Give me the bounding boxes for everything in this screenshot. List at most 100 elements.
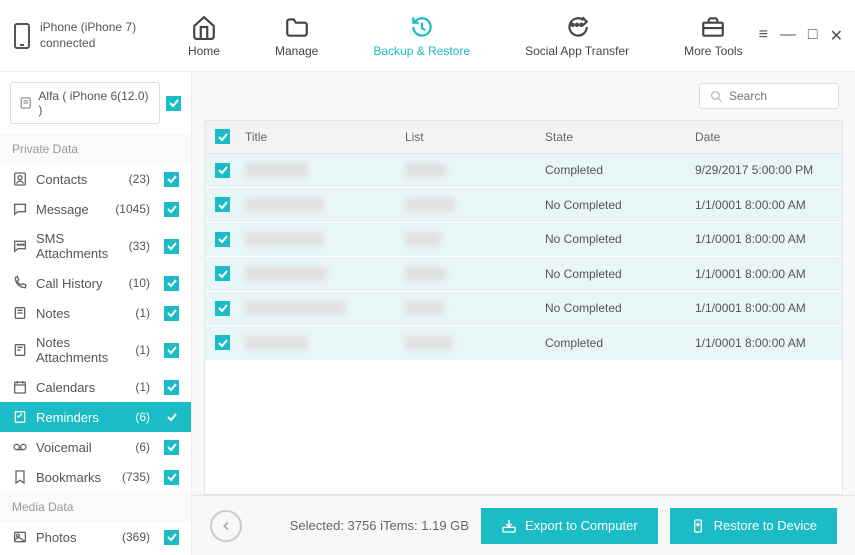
blurred-title: x bbox=[245, 336, 308, 350]
home-icon bbox=[191, 14, 217, 40]
nav-home[interactable]: Home bbox=[188, 14, 220, 58]
blurred-title: x bbox=[245, 163, 308, 177]
voicemail-icon bbox=[12, 439, 28, 455]
table-row[interactable]: xxNo Completed1/1/0001 8:00:00 AM bbox=[205, 223, 842, 258]
device-status: connected bbox=[40, 36, 136, 52]
row-state: No Completed bbox=[545, 301, 695, 315]
checkbox[interactable] bbox=[164, 172, 179, 187]
photos-icon bbox=[12, 529, 28, 545]
row-state: Completed bbox=[545, 163, 695, 177]
row-checkbox[interactable] bbox=[215, 301, 230, 316]
blurred-title: x bbox=[245, 232, 324, 246]
checkbox[interactable] bbox=[164, 306, 179, 321]
folder-icon bbox=[284, 14, 310, 40]
col-list[interactable]: List bbox=[405, 130, 545, 144]
sidebar-item-call-history[interactable]: Call History (10) bbox=[0, 268, 191, 298]
row-checkbox[interactable] bbox=[215, 197, 230, 212]
window-controls: ≡ — □ ✕ bbox=[759, 26, 843, 46]
sidebar-item-voicemail[interactable]: Voicemail (6) bbox=[0, 432, 191, 462]
row-date: 1/1/0001 8:00:00 AM bbox=[695, 301, 832, 315]
checkbox[interactable] bbox=[164, 239, 179, 254]
reminders-icon bbox=[12, 409, 28, 425]
content-area: Title List State Date x x Completed9/29/20… bbox=[192, 72, 855, 555]
back-button[interactable] bbox=[210, 510, 242, 542]
sidebar-item-reminders[interactable]: Reminders (6) bbox=[0, 402, 191, 432]
blurred-list: x bbox=[405, 301, 445, 315]
sidebar: Alfa ( iPhone 6(12.0) ) Private Data Con… bbox=[0, 72, 192, 555]
nav-social[interactable]: Social App Transfer bbox=[525, 14, 629, 58]
nav-more-tools[interactable]: More Tools bbox=[684, 14, 742, 58]
device-info: iPhone (iPhone 7) connected bbox=[12, 20, 172, 51]
sidebar-item-notes[interactable]: Notes (1) bbox=[0, 298, 191, 328]
selected-summary: Selected: 3756 iTems: 1.19 GB bbox=[290, 518, 469, 533]
top-bar: iPhone (iPhone 7) connected Home Manage … bbox=[0, 0, 855, 72]
section-private: Private Data bbox=[0, 134, 191, 164]
maximize-icon[interactable]: □ bbox=[808, 26, 818, 46]
select-all-rows[interactable] bbox=[215, 129, 230, 144]
blurred-list: x bbox=[405, 198, 454, 212]
table-row[interactable]: x x No Completed1/1/0001 8:00:00 AM bbox=[205, 257, 842, 292]
row-state: No Completed bbox=[545, 267, 695, 281]
nav-manage[interactable]: Manage bbox=[275, 14, 318, 58]
sidebar-item-contacts[interactable]: Contacts (23) bbox=[0, 164, 191, 194]
table-row[interactable]: xxCompleted1/1/0001 8:00:00 AM bbox=[205, 326, 842, 361]
main-nav: Home Manage Backup & Restore Social App … bbox=[172, 14, 759, 58]
search-input[interactable] bbox=[729, 89, 828, 103]
col-title[interactable]: Title bbox=[245, 130, 405, 144]
row-checkbox[interactable] bbox=[215, 266, 230, 281]
sidebar-item-sms-attachments[interactable]: SMS Attachments (33) bbox=[0, 224, 191, 268]
toolbox-icon bbox=[700, 14, 726, 40]
blurred-title: x bbox=[245, 267, 327, 281]
backup-selector[interactable]: Alfa ( iPhone 6(12.0) ) bbox=[10, 82, 160, 124]
footer-bar: Selected: 3756 iTems: 1.19 GB Export to … bbox=[192, 495, 855, 555]
sidebar-item-photos[interactable]: Photos (369) bbox=[0, 522, 191, 552]
minimize-icon[interactable]: — bbox=[780, 26, 796, 46]
row-date: 9/29/2017 5:00:00 PM bbox=[695, 163, 832, 177]
sidebar-item-message[interactable]: Message (1045) bbox=[0, 194, 191, 224]
reminders-table: Title List State Date x x Completed9/29/20… bbox=[204, 120, 843, 495]
row-state: No Completed bbox=[545, 198, 695, 212]
checkbox[interactable] bbox=[164, 470, 179, 485]
sidebar-item-notes-attachments[interactable]: Notes Attachments (1) bbox=[0, 328, 191, 372]
row-checkbox[interactable] bbox=[215, 163, 230, 178]
phone-icon bbox=[12, 22, 32, 50]
checkbox[interactable] bbox=[164, 440, 179, 455]
close-icon[interactable]: ✕ bbox=[830, 26, 843, 46]
row-date: 1/1/0001 8:00:00 AM bbox=[695, 336, 832, 350]
export-button[interactable]: Export to Computer bbox=[481, 508, 658, 544]
restore-button[interactable]: Restore to Device bbox=[670, 508, 837, 544]
menu-icon[interactable]: ≡ bbox=[759, 26, 768, 46]
nav-backup-restore[interactable]: Backup & Restore bbox=[373, 14, 470, 58]
row-date: 1/1/0001 8:00:00 AM bbox=[695, 232, 832, 246]
blurred-list: x bbox=[405, 267, 446, 281]
row-checkbox[interactable] bbox=[215, 232, 230, 247]
row-state: No Completed bbox=[545, 232, 695, 246]
search-box[interactable] bbox=[699, 83, 839, 109]
checkbox[interactable] bbox=[164, 276, 179, 291]
backup-restore-icon bbox=[409, 14, 435, 40]
checkbox[interactable] bbox=[164, 530, 179, 545]
calendar-icon bbox=[12, 379, 28, 395]
blurred-title: x bbox=[245, 301, 345, 315]
table-row[interactable]: x x Completed9/29/2017 5:00:00 PM bbox=[205, 154, 842, 189]
checkbox[interactable] bbox=[164, 380, 179, 395]
social-transfer-icon bbox=[564, 14, 590, 40]
blurred-list: x bbox=[405, 336, 453, 350]
sidebar-item-bookmarks[interactable]: Bookmarks (735) bbox=[0, 462, 191, 492]
checkbox[interactable] bbox=[164, 410, 179, 425]
checkbox[interactable] bbox=[164, 202, 179, 217]
notes-icon bbox=[12, 305, 28, 321]
restore-icon bbox=[690, 518, 706, 534]
row-checkbox[interactable] bbox=[215, 335, 230, 350]
blurred-list: x bbox=[405, 163, 446, 177]
select-all-checkbox[interactable] bbox=[166, 96, 181, 111]
section-media: Media Data bbox=[0, 492, 191, 522]
checkbox[interactable] bbox=[164, 343, 179, 358]
search-icon bbox=[710, 90, 723, 103]
col-date[interactable]: Date bbox=[695, 130, 832, 144]
sidebar-item-calendars[interactable]: Calendars (1) bbox=[0, 372, 191, 402]
table-row[interactable]: x x No Completed1/1/0001 8:00:00 AM bbox=[205, 292, 842, 327]
table-row[interactable]: xxNo Completed1/1/0001 8:00:00 AM bbox=[205, 188, 842, 223]
row-date: 1/1/0001 8:00:00 AM bbox=[695, 267, 832, 281]
col-state[interactable]: State bbox=[545, 130, 695, 144]
